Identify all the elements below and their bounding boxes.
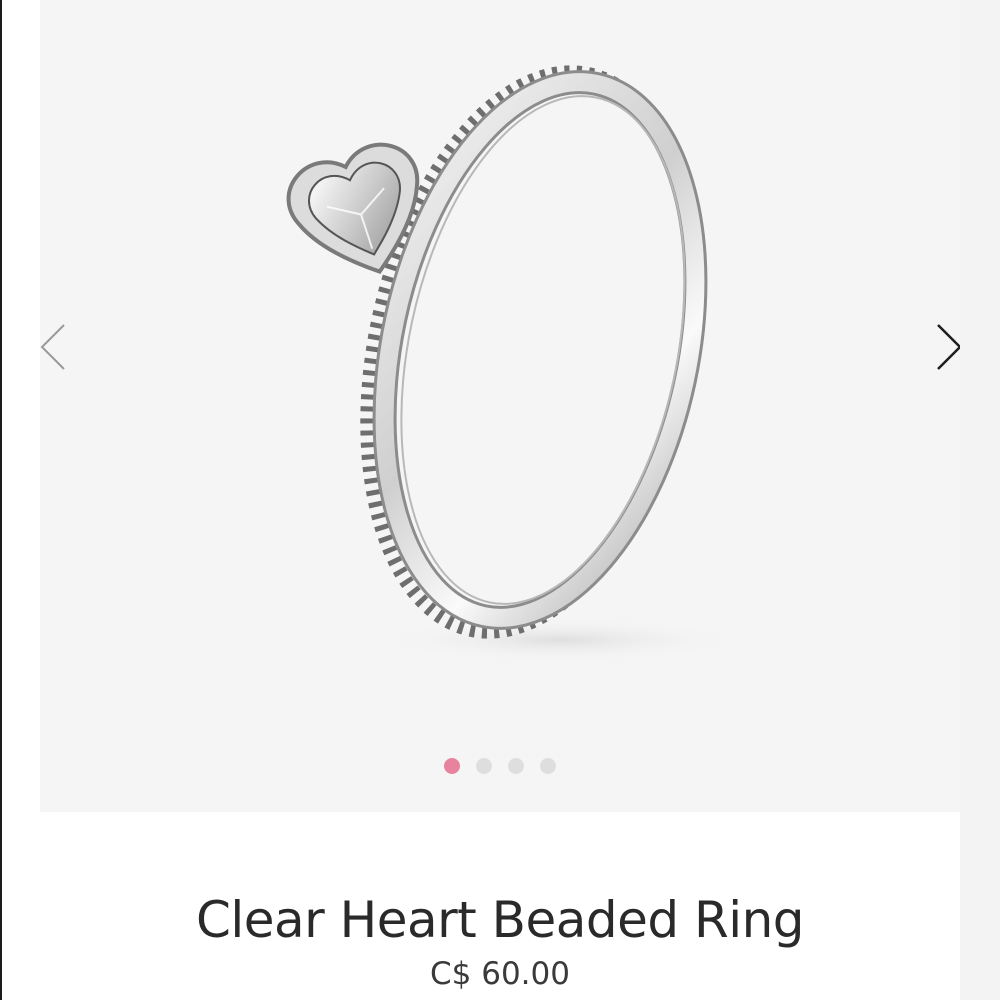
chevron-left-icon — [40, 324, 65, 370]
right-gutter — [960, 0, 1000, 1000]
window-edge — [0, 0, 2, 1000]
gallery-pagination — [40, 758, 960, 774]
gallery-dot-1[interactable] — [444, 758, 460, 774]
gallery-prev-button[interactable] — [40, 315, 76, 379]
product-title: Clear Heart Beaded Ring — [195, 891, 805, 949]
product-price: C$ 60.00 — [430, 956, 570, 992]
product-gallery[interactable] — [40, 0, 960, 812]
gallery-next-button[interactable] — [926, 315, 960, 379]
gallery-dot-2[interactable] — [476, 758, 492, 774]
product-page: Clear Heart Beaded Ring C$ 60.00 — [0, 0, 1000, 1000]
gallery-dot-3[interactable] — [508, 758, 524, 774]
chevron-right-icon — [937, 324, 960, 370]
product-image — [286, 65, 740, 662]
gallery-dot-4[interactable] — [540, 758, 556, 774]
